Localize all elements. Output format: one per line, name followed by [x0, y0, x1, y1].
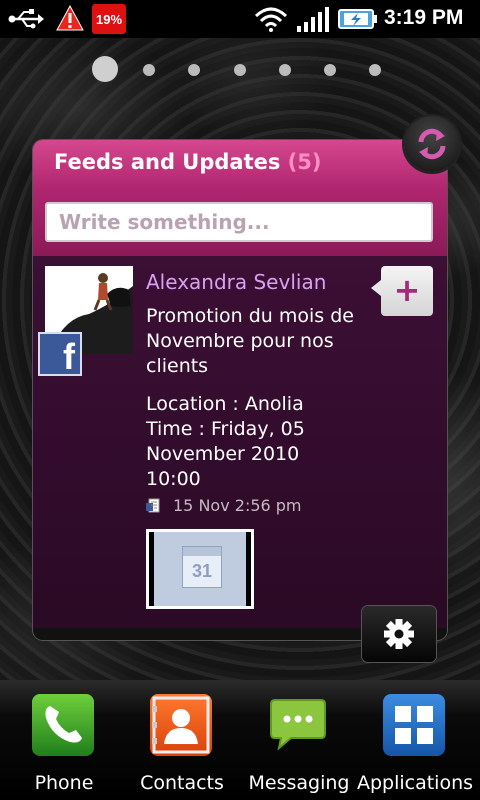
refresh-icon	[418, 128, 446, 160]
dock-messaging[interactable]: Messaging	[239, 694, 359, 798]
post-details: Location : Anolia Time : Friday, 05 Nove…	[146, 392, 376, 492]
page-dot[interactable]	[279, 64, 291, 76]
widget-title-text: Feeds and Updates	[54, 150, 281, 174]
post-text: Promotion du mois de Novembre pour nos c…	[146, 305, 354, 377]
page-dot-active[interactable]	[92, 56, 118, 82]
dock-applications[interactable]: Applications	[355, 694, 475, 798]
phone-icon	[32, 694, 94, 756]
post-time-line3: 10:00	[146, 468, 201, 490]
page-dot[interactable]	[234, 64, 246, 76]
home-page-indicator	[90, 56, 390, 84]
dock-label-messaging: Messaging	[248, 772, 350, 794]
warning-icon	[56, 5, 84, 31]
page-dot[interactable]	[324, 64, 336, 76]
post-time-line2: November 2010	[146, 443, 300, 465]
app-dock: Phone Contacts Messaging Applications	[0, 680, 480, 800]
calendar-attachment[interactable]: 31	[146, 529, 254, 609]
page-dot[interactable]	[369, 64, 381, 76]
compose-area: Write something...	[33, 188, 447, 256]
write-something-input[interactable]: Write something...	[45, 202, 433, 242]
post-location: Location : Anolia	[146, 393, 304, 415]
facebook-icon: f	[38, 332, 82, 377]
add-button[interactable]: +	[371, 266, 433, 316]
dock-phone[interactable]: Phone	[4, 694, 124, 798]
contacts-icon	[150, 694, 212, 756]
calendar-thumbnail: 31	[149, 532, 251, 606]
clock: 3:19 PM	[384, 6, 464, 29]
dock-label-contacts: Contacts	[140, 772, 224, 794]
post-author[interactable]: Alexandra Sevlian	[146, 270, 326, 294]
refresh-button[interactable]	[404, 116, 460, 172]
battery-charging-icon	[338, 9, 377, 29]
feeds-widget: Feeds and Updates (5) Write something...…	[33, 140, 447, 640]
widget-settings-button[interactable]	[362, 606, 436, 662]
battery-low-badge: 19%	[92, 4, 126, 34]
calendar-icon: 31	[182, 546, 222, 588]
page-dot[interactable]	[143, 64, 155, 76]
wifi-icon	[254, 7, 288, 32]
gear-icon	[384, 619, 414, 649]
widget-header: Feeds and Updates (5)	[33, 140, 447, 188]
page-dot[interactable]	[188, 64, 200, 76]
messaging-icon	[267, 694, 329, 756]
signal-icon	[297, 7, 329, 32]
timestamp-text: 15 Nov 2:56 pm	[173, 496, 302, 515]
dock-label-phone: Phone	[34, 772, 94, 794]
dock-contacts[interactable]: Contacts	[122, 694, 242, 798]
usb-icon	[8, 9, 44, 29]
post-type-icon	[146, 498, 160, 513]
post-time-line1: Time : Friday, 05	[146, 418, 305, 440]
applications-icon	[383, 694, 445, 756]
dock-label-applications: Applications	[356, 772, 474, 794]
feed-count: (5)	[287, 150, 322, 174]
widget-title: Feeds and Updates (5)	[54, 150, 321, 174]
feed-list[interactable]: f Alexandra Sevlian + Promotion du mois …	[33, 256, 447, 628]
status-bar: 19% 3:19 PM	[0, 0, 480, 38]
